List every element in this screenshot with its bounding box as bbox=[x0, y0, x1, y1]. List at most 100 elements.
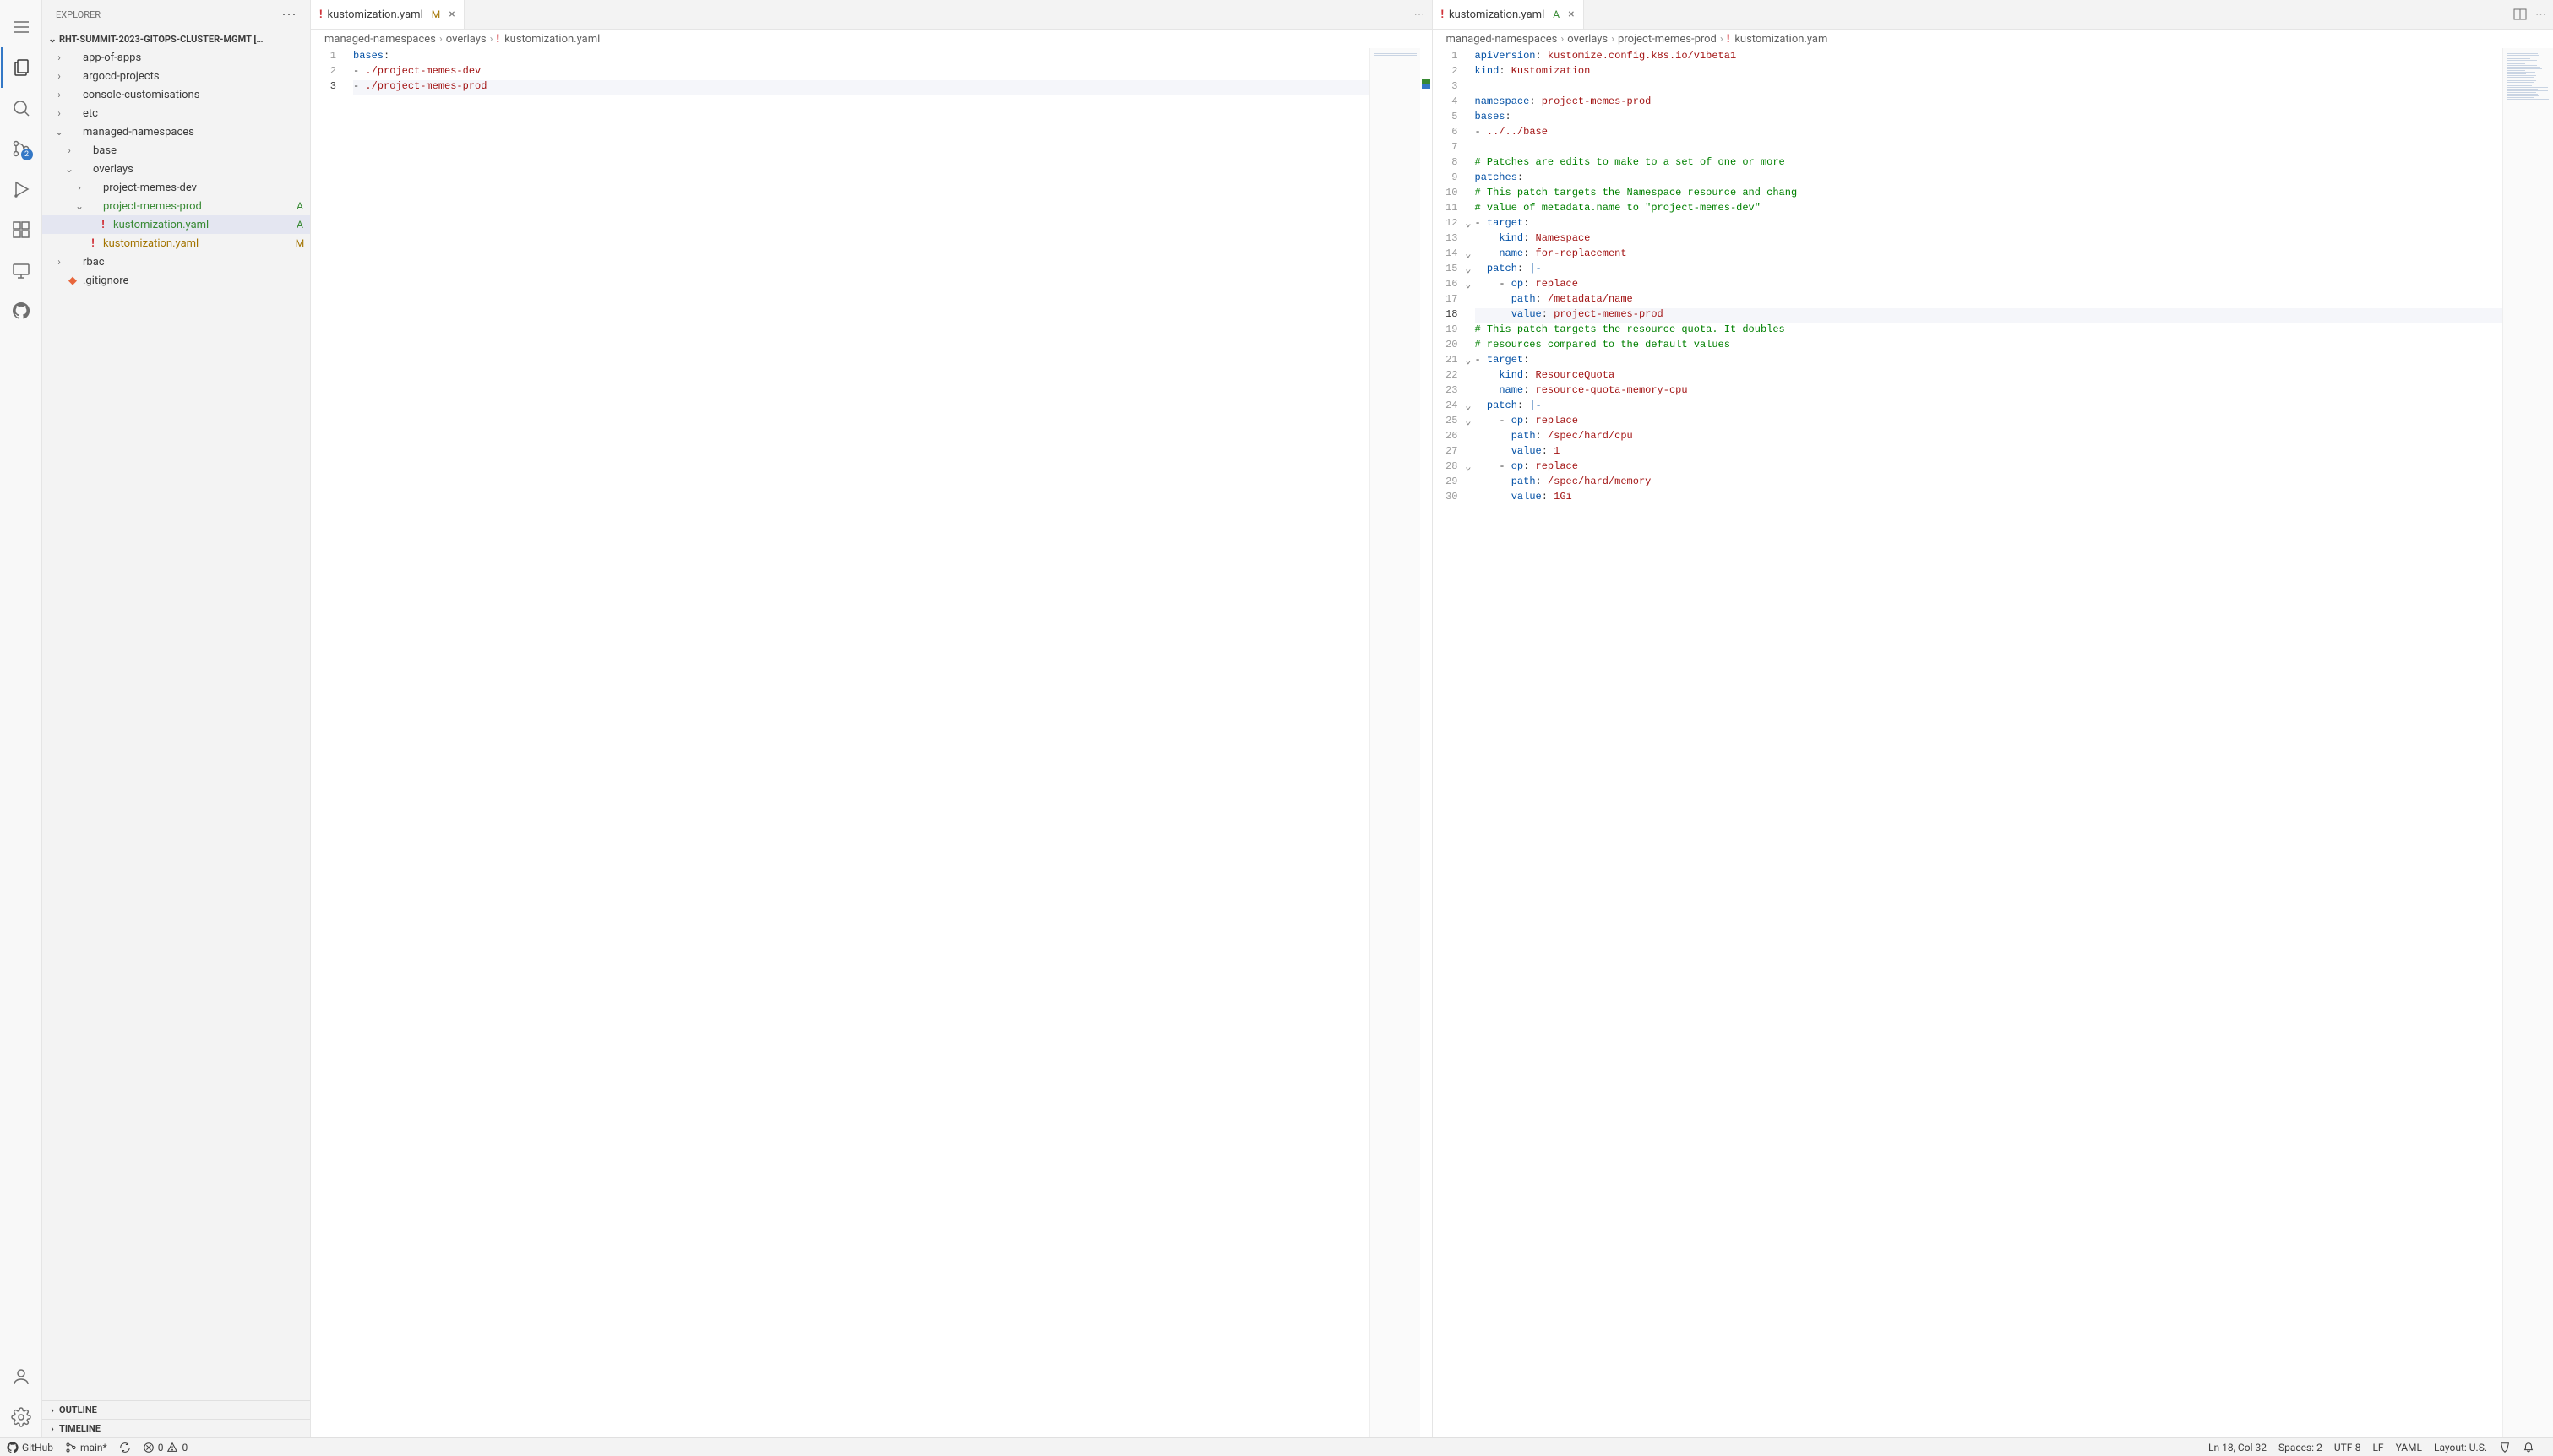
code-line[interactable]: kind: Namespace bbox=[1475, 232, 2503, 247]
settings-gear-icon[interactable] bbox=[1, 1397, 41, 1437]
fold-icon[interactable]: ⌄ bbox=[1462, 278, 1472, 291]
code-editor-right[interactable]: 123456789101112⌄1314⌄15⌄16⌄1718192021⌄22… bbox=[1433, 48, 2553, 1437]
search-icon[interactable] bbox=[1, 88, 41, 128]
line-number[interactable]: 2 bbox=[1433, 65, 1475, 80]
line-number[interactable]: 10 bbox=[1433, 187, 1475, 202]
tree-item[interactable]: ›app-of-apps bbox=[42, 48, 310, 67]
breadcrumb-segment[interactable]: overlays bbox=[1567, 33, 1608, 46]
project-section-header[interactable]: ⌄ RHT-SUMMIT-2023-GITOPS-CLUSTER-MGMT [… bbox=[42, 30, 310, 48]
accounts-icon[interactable] bbox=[1, 1356, 41, 1397]
status-feedback-icon[interactable] bbox=[2499, 1442, 2511, 1453]
tab-kustomization-right[interactable]: ! kustomization.yaml A × bbox=[1433, 0, 1584, 29]
code-line[interactable]: # Patches are edits to make to a set of … bbox=[1475, 156, 2503, 171]
fold-icon[interactable]: ⌄ bbox=[1462, 415, 1472, 427]
tree-item[interactable]: ›base bbox=[42, 141, 310, 160]
editor-more-icon[interactable]: ⋯ bbox=[2535, 8, 2546, 21]
code-line[interactable]: patch: |- bbox=[1475, 399, 2503, 415]
breadcrumb-segment[interactable]: managed-namespaces bbox=[1446, 33, 1558, 46]
tree-item[interactable]: !kustomization.yamlM bbox=[42, 234, 310, 253]
line-number[interactable]: 15⌄ bbox=[1433, 263, 1475, 278]
explorer-icon[interactable] bbox=[1, 47, 41, 88]
split-editor-icon[interactable] bbox=[2513, 8, 2527, 21]
minimap[interactable] bbox=[2502, 48, 2553, 1437]
close-icon[interactable]: × bbox=[449, 8, 455, 21]
line-number[interactable]: 7 bbox=[1433, 141, 1475, 156]
code-line[interactable]: - ./project-memes-dev bbox=[353, 65, 1369, 80]
status-layout[interactable]: Layout: U.S. bbox=[2434, 1442, 2487, 1453]
line-number[interactable]: 18 bbox=[1433, 308, 1475, 323]
remote-icon[interactable] bbox=[1, 250, 41, 291]
status-problems[interactable]: 0 0 bbox=[143, 1442, 188, 1453]
line-number[interactable]: 12⌄ bbox=[1433, 217, 1475, 232]
status-indent[interactable]: Spaces: 2 bbox=[2278, 1442, 2322, 1453]
code-line[interactable]: # This patch targets the Namespace resou… bbox=[1475, 187, 2503, 202]
breadcrumb[interactable]: managed-namespaces›overlays›project-meme… bbox=[1433, 30, 2553, 48]
tree-item[interactable]: ⌄project-memes-prodA bbox=[42, 197, 310, 215]
line-number[interactable]: 1 bbox=[311, 50, 353, 65]
line-number[interactable]: 25⌄ bbox=[1433, 415, 1475, 430]
tree-item[interactable]: ⌄managed-namespaces bbox=[42, 122, 310, 141]
fold-icon[interactable]: ⌄ bbox=[1462, 217, 1472, 230]
status-bell-icon[interactable] bbox=[2523, 1442, 2534, 1453]
fold-icon[interactable]: ⌄ bbox=[1462, 399, 1472, 412]
code-line[interactable]: bases: bbox=[1475, 111, 2503, 126]
run-debug-icon[interactable] bbox=[1, 169, 41, 209]
line-number[interactable]: 17 bbox=[1433, 293, 1475, 308]
code-line[interactable]: - ./project-memes-prod bbox=[353, 80, 1369, 95]
code-line[interactable]: name: for-replacement bbox=[1475, 247, 2503, 263]
line-number[interactable]: 21⌄ bbox=[1433, 354, 1475, 369]
code-line[interactable]: # resources compared to the default valu… bbox=[1475, 339, 2503, 354]
code-line[interactable]: namespace: project-memes-prod bbox=[1475, 95, 2503, 111]
line-number[interactable]: 27 bbox=[1433, 445, 1475, 460]
status-encoding[interactable]: UTF-8 bbox=[2334, 1442, 2361, 1453]
line-number[interactable]: 16⌄ bbox=[1433, 278, 1475, 293]
code-line[interactable]: # This patch targets the resource quota.… bbox=[1475, 323, 2503, 339]
breadcrumb-segment[interactable]: overlays bbox=[446, 33, 487, 46]
fold-icon[interactable]: ⌄ bbox=[1462, 354, 1472, 367]
line-number[interactable]: 3 bbox=[1433, 80, 1475, 95]
status-cursor[interactable]: Ln 18, Col 32 bbox=[2208, 1442, 2267, 1453]
line-number[interactable]: 22 bbox=[1433, 369, 1475, 384]
fold-icon[interactable]: ⌄ bbox=[1462, 460, 1472, 473]
code-line[interactable]: - op: replace bbox=[1475, 460, 2503, 475]
code-line[interactable]: bases: bbox=[353, 50, 1369, 65]
line-number[interactable]: 20 bbox=[1433, 339, 1475, 354]
code-line[interactable] bbox=[1475, 80, 2503, 95]
tree-item[interactable]: !kustomization.yamlA bbox=[42, 215, 310, 234]
source-control-icon[interactable]: 2 bbox=[1, 128, 41, 169]
line-number[interactable]: 14⌄ bbox=[1433, 247, 1475, 263]
breadcrumb-segment[interactable]: project-memes-prod bbox=[1618, 33, 1717, 46]
line-number[interactable]: 9 bbox=[1433, 171, 1475, 187]
code-line[interactable]: - op: replace bbox=[1475, 415, 2503, 430]
code-editor-left[interactable]: 123 bases:- ./project-memes-dev- ./proje… bbox=[311, 48, 1432, 1437]
line-number[interactable]: 30 bbox=[1433, 491, 1475, 506]
code-line[interactable]: # value of metadata.name to "project-mem… bbox=[1475, 202, 2503, 217]
code-line[interactable]: apiVersion: kustomize.config.k8s.io/v1be… bbox=[1475, 50, 2503, 65]
breadcrumb[interactable]: managed-namespaces›overlays›!kustomizati… bbox=[311, 30, 1432, 48]
close-icon[interactable]: × bbox=[1568, 8, 1574, 21]
code-line[interactable]: - target: bbox=[1475, 217, 2503, 232]
line-number[interactable]: 2 bbox=[311, 65, 353, 80]
breadcrumb-segment[interactable]: kustomization.yam bbox=[1734, 33, 1827, 46]
line-number[interactable]: 5 bbox=[1433, 111, 1475, 126]
code-line[interactable]: patches: bbox=[1475, 171, 2503, 187]
editor-more-icon[interactable]: ⋯ bbox=[1414, 8, 1425, 21]
code-line[interactable]: path: /metadata/name bbox=[1475, 293, 2503, 308]
code-line[interactable]: kind: ResourceQuota bbox=[1475, 369, 2503, 384]
code-line[interactable]: value: 1Gi bbox=[1475, 491, 2503, 506]
minimap[interactable] bbox=[1369, 48, 1420, 1437]
status-eol[interactable]: LF bbox=[2372, 1442, 2383, 1453]
tree-item[interactable]: ›console-customisations bbox=[42, 85, 310, 104]
breadcrumb-segment[interactable]: kustomization.yaml bbox=[504, 33, 600, 46]
tree-item[interactable]: ›project-memes-dev bbox=[42, 178, 310, 197]
tree-item[interactable]: ⌄overlays bbox=[42, 160, 310, 178]
line-number[interactable]: 26 bbox=[1433, 430, 1475, 445]
code-line[interactable]: path: /spec/hard/cpu bbox=[1475, 430, 2503, 445]
status-github[interactable]: GitHub bbox=[7, 1442, 53, 1453]
tree-item[interactable]: ›argocd-projects bbox=[42, 67, 310, 85]
breadcrumb-segment[interactable]: managed-namespaces bbox=[324, 33, 436, 46]
line-number[interactable]: 19 bbox=[1433, 323, 1475, 339]
timeline-section[interactable]: › TIMELINE bbox=[42, 1419, 310, 1437]
code-line[interactable]: path: /spec/hard/memory bbox=[1475, 475, 2503, 491]
line-number[interactable]: 13 bbox=[1433, 232, 1475, 247]
